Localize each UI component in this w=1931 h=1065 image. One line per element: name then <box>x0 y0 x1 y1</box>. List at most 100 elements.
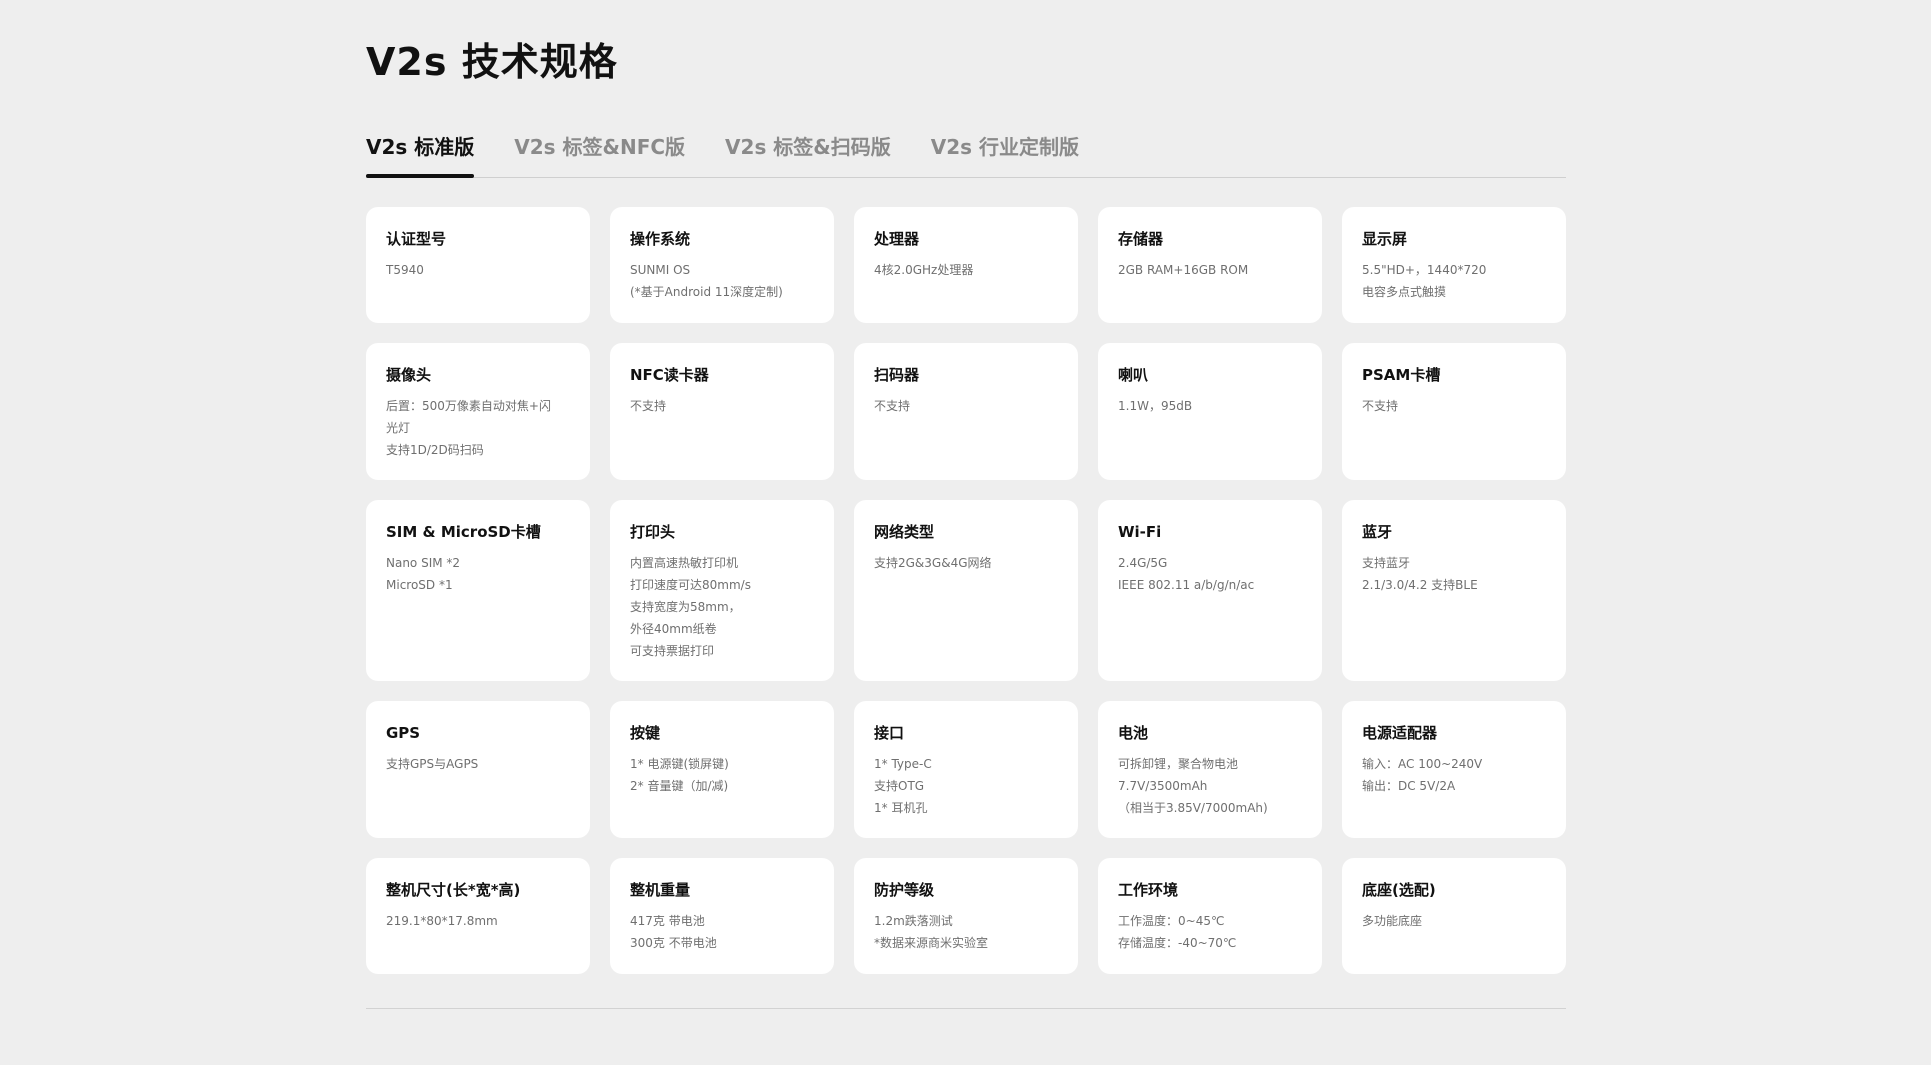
spec-value: 1* Type-C <box>874 757 932 771</box>
spec-title: 处理器 <box>874 230 920 248</box>
spec-value: IEEE 802.11 a/b/g/n/ac <box>1118 578 1255 592</box>
spec-card: 显示屏 5.5"HD+，1440*720 电容多点式触摸 <box>1342 207 1566 323</box>
spec-value: 输入：AC 100~240V <box>1362 757 1483 771</box>
spec-value: 工作温度：0~45℃ <box>1118 914 1225 928</box>
tab-label-nfc[interactable]: V2s 标签&NFC版 <box>514 132 685 177</box>
spec-title: 防护等级 <box>874 881 935 899</box>
spec-value: 不支持 <box>630 399 667 413</box>
spec-title: PSAM卡槽 <box>1362 366 1441 384</box>
spec-value: 219.1*80*17.8mm <box>386 914 498 928</box>
spec-value: （相当于3.85V/7000mAh) <box>1118 801 1268 815</box>
spec-card: 摄像头后置：500万像素自动对焦+闪 光灯支持1D/2D码扫码 <box>366 343 590 480</box>
spec-value: 多功能底座 <box>1362 914 1423 928</box>
spec-value: 电容多点式触摸 <box>1362 285 1447 299</box>
spec-value: 2* 音量键（加/减) <box>630 779 729 793</box>
spec-value: 1* 电源键(锁屏键) <box>630 757 729 771</box>
spec-title: 接口 <box>874 724 905 742</box>
spec-title: 按键 <box>630 724 661 742</box>
spec-title: 显示屏 <box>1362 230 1408 248</box>
spec-title: 蓝牙 <box>1362 523 1393 541</box>
spec-card: 电源适配器输入：AC 100~240V 输出：DC 5V/2A <box>1342 701 1566 838</box>
spec-card: 网络类型支持2G&3G&4G网络 <box>854 500 1078 681</box>
spec-title: 摄像头 <box>386 366 432 384</box>
tab-industry-custom[interactable]: V2s 行业定制版 <box>931 132 1079 177</box>
spec-card: Wi-Fi 2.4G/5G IEEE 802.11 a/b/g/n/ac <box>1098 500 1322 681</box>
spec-value: 后置：500万像素自动对焦+闪 <box>386 399 551 413</box>
spec-value: 1.1W，95dB <box>1118 399 1193 413</box>
spec-title: GPS <box>386 724 421 742</box>
spec-value: 外径40mm纸卷 <box>630 622 717 636</box>
spec-value: 支持蓝牙 <box>1362 556 1411 570</box>
spec-card: 存储器 2GB RAM+16GB ROM <box>1098 207 1322 323</box>
spec-value: 支持宽度为58mm， <box>630 600 741 614</box>
spec-title: SIM & MicroSD卡槽 <box>386 523 541 541</box>
spec-title: 存储器 <box>1118 230 1164 248</box>
spec-value: 2.4G/5G <box>1118 556 1168 570</box>
spec-value: 打印速度可达80mm/s <box>630 578 751 592</box>
spec-title: 网络类型 <box>874 523 935 541</box>
spec-value: *数据来源商米实验室 <box>874 936 989 950</box>
tab-label-scan[interactable]: V2s 标签&扫码版 <box>725 132 891 177</box>
spec-value: 2GB RAM+16GB ROM <box>1118 263 1249 277</box>
spec-value: 300克 不带电池 <box>630 936 717 950</box>
spec-card: SIM & MicroSD卡槽 Nano SIM *2 MicroSD *1 <box>366 500 590 681</box>
spec-value: 417克 带电池 <box>630 914 705 928</box>
spec-value: 7.7V/3500mAh <box>1118 779 1208 793</box>
tab-standard[interactable]: V2s 标准版 <box>366 132 475 178</box>
spec-value: 支持GPS与AGPS <box>386 757 479 771</box>
spec-value: MicroSD *1 <box>386 578 453 592</box>
spec-value: (*基于Android 11深度定制) <box>630 285 783 299</box>
spec-card: 操作系统 SUNMI OS (*基于Android 11深度定制) <box>610 207 834 323</box>
spec-title: 底座(选配) <box>1362 881 1436 899</box>
spec-value: SUNMI OS <box>630 263 691 277</box>
divider <box>366 1008 1566 1009</box>
spec-grid: 认证型号 T5940 操作系统 SUNMI OS (*基于Android 11深度定制)… <box>366 207 1566 974</box>
spec-value: 光灯 <box>386 421 411 435</box>
spec-card: 处理器 4核2.0GHz处理器 <box>854 207 1078 323</box>
spec-card: 认证型号 T5940 <box>366 207 590 323</box>
spec-title: 操作系统 <box>630 230 691 248</box>
spec-value: 4核2.0GHz处理器 <box>874 263 974 277</box>
spec-title: 整机尺寸(长*宽*高) <box>386 881 521 899</box>
spec-title: 工作环境 <box>1118 881 1179 899</box>
spec-title: 扫码器 <box>874 366 920 384</box>
spec-title: Wi-Fi <box>1118 523 1162 541</box>
spec-card: 整机重量 417克 带电池 300克 不带电池 <box>610 858 834 974</box>
spec-page: V2s 技术规格 V2s 标准版 V2s 标签&NFC版 V2s 标签&扫码版 … <box>366 0 1566 1009</box>
spec-card: 打印头 内置高速热敏打印机 打印速度可达80mm/s 支持宽度为58mm， 外径40mm… <box>610 500 834 681</box>
spec-value: 支持2G&3G&4G网络 <box>874 556 992 570</box>
spec-card: 喇叭 1.1W，95dB <box>1098 343 1322 480</box>
spec-title: 喇叭 <box>1118 366 1149 384</box>
spec-value: 输出：DC 5V/2A <box>1362 779 1456 793</box>
spec-value: 1* 耳机孔 <box>874 801 928 815</box>
spec-value: 存储温度：-40~70℃ <box>1118 936 1237 950</box>
spec-value: 支持1D/2D码扫码 <box>386 443 484 457</box>
spec-title: 电源适配器 <box>1362 724 1438 742</box>
spec-value: T5940 <box>386 263 424 277</box>
spec-title: 整机重量 <box>630 881 691 899</box>
spec-value: 可支持票据打印 <box>630 644 715 658</box>
spec-title: NFC读卡器 <box>630 366 709 384</box>
spec-value: 不支持 <box>1362 399 1399 413</box>
spec-card: 底座(选配) 多功能底座 <box>1342 858 1566 974</box>
spec-card: 电池可拆卸锂，聚合物电池 7.7V/3500mAh （相当于3.85V/7000mA… <box>1098 701 1322 838</box>
page-title: V2s 技术规格 <box>366 40 618 84</box>
spec-value: 可拆卸锂，聚合物电池 <box>1118 757 1239 771</box>
spec-card: 接口 1* Type-C 支持OTG 1* 耳机孔 <box>854 701 1078 838</box>
spec-value: 5.5"HD+，1440*720 <box>1362 263 1487 277</box>
spec-card: PSAM卡槽不支持 <box>1342 343 1566 480</box>
tab-bar: V2s 标准版 V2s 标签&NFC版 V2s 标签&扫码版 V2s 行业定制版 <box>366 132 1566 178</box>
spec-title: 认证型号 <box>386 230 447 248</box>
spec-card: 整机尺寸(长*宽*高) 219.1*80*17.8mm <box>366 858 590 974</box>
spec-card: 工作环境工作温度：0~45℃ 存储温度：-40~70℃ <box>1098 858 1322 974</box>
spec-value: Nano SIM *2 <box>386 556 461 570</box>
spec-card: 扫码器 不支持 <box>854 343 1078 480</box>
spec-title: 打印头 <box>630 523 676 541</box>
spec-title: 电池 <box>1118 724 1149 742</box>
spec-card: GPS 支持GPS与AGPS <box>366 701 590 838</box>
spec-value: 支持OTG <box>874 779 925 793</box>
spec-card: 按键 1* 电源键(锁屏键) 2* 音量键（加/减) <box>610 701 834 838</box>
spec-value: 不支持 <box>874 399 911 413</box>
spec-card: NFC读卡器不支持 <box>610 343 834 480</box>
spec-card: 蓝牙 支持蓝牙 2.1/3.0/4.2 支持BLE <box>1342 500 1566 681</box>
